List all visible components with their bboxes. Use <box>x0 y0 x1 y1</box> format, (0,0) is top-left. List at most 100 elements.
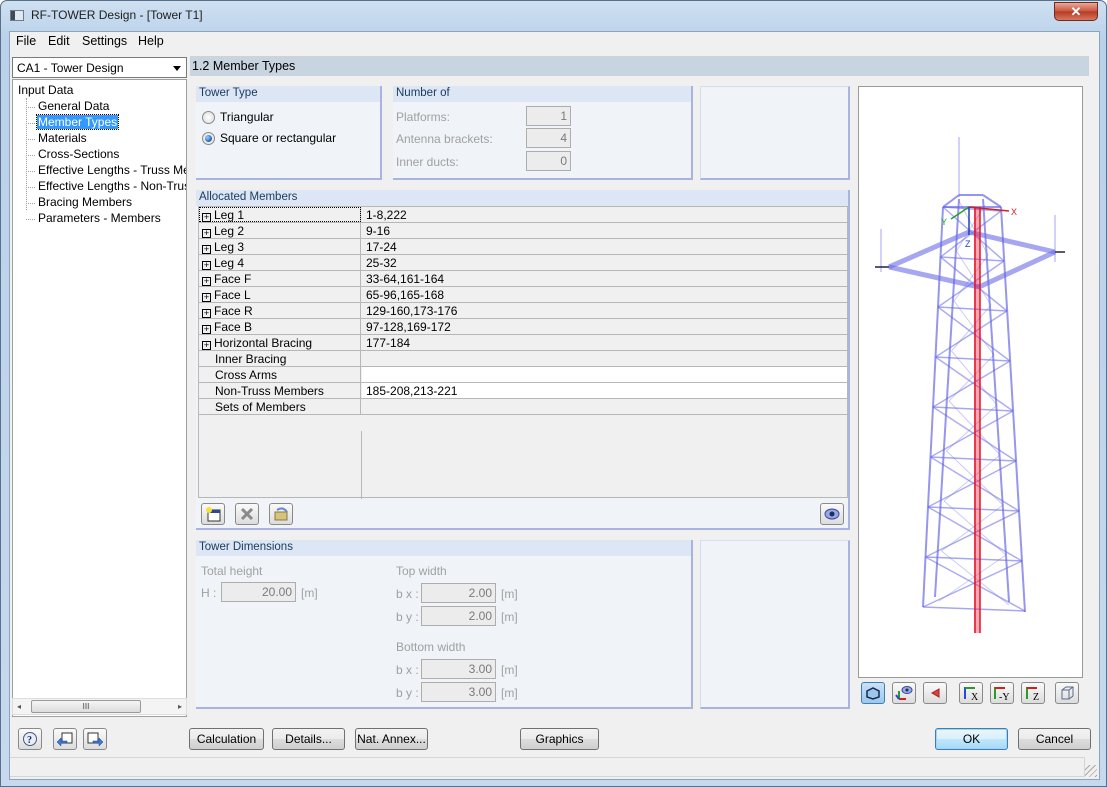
bottom-by-field[interactable]: 3.00 <box>421 682 496 702</box>
member-numbers-cell[interactable] <box>362 367 847 382</box>
open-folder-button[interactable] <box>269 503 293 525</box>
radio-square-rectangular[interactable]: Square or rectangular <box>202 131 336 145</box>
member-type-cell[interactable]: + Leg 1 <box>199 207 361 222</box>
member-type-cell[interactable]: Inner Bracing <box>199 351 361 366</box>
expand-plus-icon[interactable]: + <box>202 229 211 238</box>
member-numbers-cell[interactable]: 65-96,165-168 <box>362 287 847 302</box>
top-bx-field[interactable]: 2.00 <box>421 583 496 603</box>
member-type-cell[interactable]: + Face F <box>199 271 361 286</box>
top-by-field[interactable]: 2.00 <box>421 606 496 626</box>
radio-button-selected[interactable] <box>202 131 215 145</box>
view-minus-y-button[interactable]: -Y <box>990 682 1014 704</box>
expand-plus-icon[interactable]: + <box>202 293 211 302</box>
member-numbers-cell[interactable] <box>362 399 847 414</box>
table-row[interactable]: + Leg 2 9-16 <box>199 223 847 239</box>
resize-grip[interactable] <box>1085 765 1097 777</box>
inner-ducts-field[interactable]: 0 <box>526 151 571 171</box>
tree-item-general-data[interactable]: General Data <box>37 99 110 113</box>
show-axes-button[interactable] <box>892 682 916 704</box>
cancel-button[interactable]: Cancel <box>1018 728 1091 750</box>
view-z-button[interactable]: Z <box>1021 682 1045 704</box>
table-row[interactable]: + Face L 65-96,165-168 <box>199 287 847 303</box>
radio-triangular[interactable]: Triangular <box>202 110 274 124</box>
member-type-cell[interactable]: Non-Truss Members <box>199 383 361 398</box>
navigator-horizontal-scrollbar[interactable]: ◂ III ▸ <box>12 698 187 715</box>
member-type-cell[interactable]: Cross Arms <box>199 367 361 382</box>
member-numbers-cell[interactable]: 25-32 <box>362 255 847 270</box>
previous-button[interactable] <box>53 728 77 750</box>
member-numbers-cell[interactable]: 97-128,169-172 <box>362 319 847 334</box>
expand-plus-icon[interactable]: + <box>202 261 211 270</box>
table-row[interactable]: + Face R 129-160,173-176 <box>199 303 847 319</box>
menu-help[interactable]: Help <box>138 34 164 48</box>
member-type-cell[interactable]: + Face R <box>199 303 361 318</box>
menu-edit[interactable]: Edit <box>48 34 70 48</box>
tree-item-cross-sections[interactable]: Cross-Sections <box>37 147 120 161</box>
iso-view-button[interactable] <box>1055 682 1079 704</box>
tree-item-materials[interactable]: Materials <box>37 131 88 145</box>
scroll-right-arrow[interactable]: ▸ <box>178 702 182 711</box>
expand-plus-icon[interactable]: + <box>202 245 211 254</box>
antenna-brackets-field[interactable]: 4 <box>526 128 571 148</box>
nat-annex-button[interactable]: Nat. Annex... <box>355 728 428 750</box>
member-numbers-cell[interactable]: 17-24 <box>362 239 847 254</box>
bottom-bx-field[interactable]: 3.00 <box>421 659 496 679</box>
menu-settings[interactable]: Settings <box>82 34 127 48</box>
radio-button[interactable] <box>202 110 215 124</box>
case-dropdown[interactable]: CA1 - Tower Design <box>12 57 187 78</box>
details-button[interactable]: Details... <box>272 728 345 750</box>
table-row[interactable]: Sets of Members <box>199 399 847 415</box>
member-numbers-cell[interactable]: 177-184 <box>362 335 847 350</box>
table-row[interactable]: Inner Bracing <box>199 351 847 367</box>
help-button[interactable]: ? <box>18 728 42 750</box>
table-row[interactable]: + Face F 33-64,161-164 <box>199 271 847 287</box>
close-button[interactable]: ✕ <box>1054 2 1098 21</box>
member-type-cell[interactable]: + Leg 4 <box>199 255 361 270</box>
member-type-cell[interactable]: + Face L <box>199 287 361 302</box>
member-numbers-cell[interactable]: 1-8,222 <box>362 207 847 222</box>
expand-plus-icon[interactable]: + <box>202 325 211 334</box>
table-row[interactable]: + Leg 1 1-8,222 <box>199 207 847 223</box>
table-row[interactable]: + Leg 3 17-24 <box>199 239 847 255</box>
table-row[interactable]: Cross Arms <box>199 367 847 383</box>
expand-plus-icon[interactable]: + <box>202 341 211 350</box>
next-button[interactable] <box>83 728 107 750</box>
expand-plus-icon[interactable]: + <box>202 309 211 318</box>
member-numbers-cell[interactable] <box>362 351 847 366</box>
member-numbers-cell[interactable]: 185-208,213-221 <box>362 383 847 398</box>
member-numbers-cell[interactable]: 129-160,173-176 <box>362 303 847 318</box>
tree-root-input-data[interactable]: Input Data <box>18 83 73 97</box>
tree-item-bracing-members[interactable]: Bracing Members <box>37 195 133 209</box>
tree-item-member-types[interactable]: Member Types <box>35 114 120 130</box>
calculation-button[interactable]: Calculation <box>189 728 264 750</box>
total-height-field[interactable]: 20.00 <box>221 582 296 602</box>
expand-plus-icon[interactable]: + <box>202 213 211 222</box>
view-mode-button[interactable] <box>861 682 885 704</box>
ok-button[interactable]: OK <box>935 728 1008 750</box>
view-x-button[interactable]: X <box>959 682 983 704</box>
member-type-cell[interactable]: + Face B <box>199 319 361 334</box>
member-type-cell[interactable]: + Leg 3 <box>199 239 361 254</box>
tree-item-effective-lengths-non-truss-members[interactable]: Effective Lengths - Non-Truss Members <box>37 179 186 193</box>
view-members-button[interactable] <box>820 503 844 525</box>
member-type-cell[interactable]: + Leg 2 <box>199 223 361 238</box>
new-set-button[interactable] <box>201 503 225 525</box>
scroll-left-arrow[interactable]: ◂ <box>17 702 21 711</box>
menu-file[interactable]: File <box>16 34 36 48</box>
table-row[interactable]: + Leg 4 25-32 <box>199 255 847 271</box>
delete-button[interactable] <box>235 503 259 525</box>
tree-item-effective-lengths-truss-members[interactable]: Effective Lengths - Truss Members <box>37 163 186 177</box>
table-row[interactable]: + Horizontal Bracing 177-184 <box>199 335 847 351</box>
member-type-cell[interactable]: + Horizontal Bracing <box>199 335 361 350</box>
platforms-field[interactable]: 1 <box>526 106 571 126</box>
expand-plus-icon[interactable]: + <box>202 277 211 286</box>
member-type-cell[interactable]: Sets of Members <box>199 399 361 414</box>
table-row[interactable]: Non-Truss Members 185-208,213-221 <box>199 383 847 399</box>
member-numbers-cell[interactable]: 9-16 <box>362 223 847 238</box>
table-row[interactable]: + Face B 97-128,169-172 <box>199 319 847 335</box>
tower-3d-preview[interactable]: X Y Z <box>858 86 1083 678</box>
scroll-thumb[interactable]: III <box>31 700 141 713</box>
render-toggle-button[interactable] <box>923 682 947 704</box>
tree-item-parameters-members[interactable]: Parameters - Members <box>37 211 162 225</box>
graphics-button[interactable]: Graphics <box>520 728 599 750</box>
